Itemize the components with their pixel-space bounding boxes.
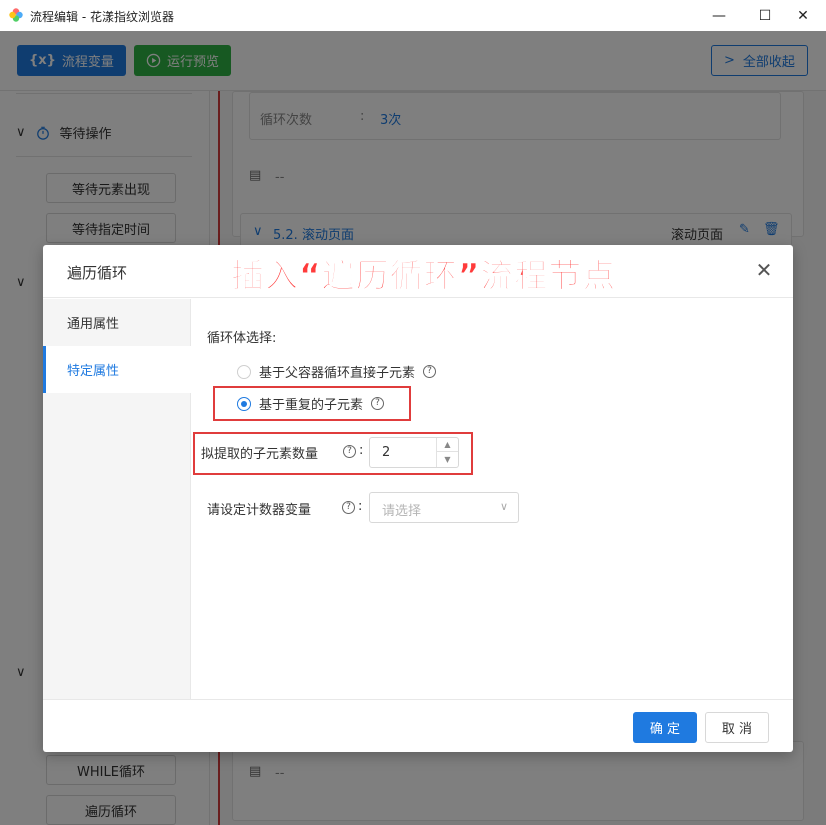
child-count-value: 2 xyxy=(382,445,391,460)
stepper-controls: ▲ ▼ xyxy=(436,438,458,467)
annotation-banner: 插入“遍历循环”流程节点 xyxy=(230,256,617,296)
radio-repeated-children-label: 基于重复的子元素 xyxy=(259,398,364,413)
radio-parent-children[interactable]: 基于父容器循环直接子元素 ? xyxy=(237,362,437,381)
help-icon[interactable]: ? xyxy=(342,501,355,514)
counter-var-placeholder: 请选择 xyxy=(382,504,422,519)
help-icon[interactable]: ? xyxy=(371,397,385,410)
loop-body-label: 循环体选择: xyxy=(207,331,277,346)
close-icon[interactable]: ✕ xyxy=(753,258,775,282)
cancel-button[interactable]: 取 消 xyxy=(705,712,769,743)
chevron-down-icon: ∨ xyxy=(499,500,508,513)
close-window-button[interactable]: ✕ xyxy=(780,0,826,31)
counter-var-label: 请设定计数器变量 xyxy=(207,503,312,518)
chevron-down-icon[interactable]: ▼ xyxy=(437,452,458,466)
dialog-body: 循环体选择: 基于父容器循环直接子元素 ? 基于重复的子元素 ? 拟提取的子元素… xyxy=(191,299,793,699)
child-count-label: 拟提取的子元素数量 xyxy=(201,447,319,462)
radio-repeated-children[interactable]: 基于重复的子元素 ? xyxy=(237,394,385,413)
radio-circle xyxy=(237,364,251,379)
confirm-button[interactable]: 确 定 xyxy=(633,712,697,743)
colon: : xyxy=(359,443,364,458)
app-logo-icon xyxy=(9,8,23,22)
window-title: 流程编辑 - 花漾指纹浏览器 xyxy=(30,10,174,24)
help-icon[interactable]: ? xyxy=(423,365,437,378)
traverse-loop-dialog: 遍历循环 插入“遍历循环”流程节点 ✕ 通用属性 特定属性 循环体选择: 基于父… xyxy=(43,245,793,752)
tab-specific-properties[interactable]: 特定属性 xyxy=(43,346,191,393)
chevron-up-icon[interactable]: ▲ xyxy=(437,438,458,452)
child-count-stepper[interactable]: 2 ▲ ▼ xyxy=(369,437,459,468)
tab-general-properties[interactable]: 通用属性 xyxy=(43,299,191,346)
window-titlebar: 流程编辑 - 花漾指纹浏览器 — ☐ ✕ xyxy=(0,0,826,31)
radio-circle-checked xyxy=(237,396,251,411)
radio-parent-children-label: 基于父容器循环直接子元素 xyxy=(259,366,416,381)
dialog-footer: 确 定 取 消 xyxy=(43,699,793,752)
dialog-title: 遍历循环 xyxy=(67,264,128,282)
counter-var-select[interactable]: 请选择 ∨ xyxy=(369,492,519,523)
help-icon[interactable]: ? xyxy=(343,445,356,458)
minimize-button[interactable]: — xyxy=(696,0,742,31)
dialog-nav: 通用属性 特定属性 xyxy=(43,299,191,699)
dialog-header: 遍历循环 插入“遍历循环”流程节点 ✕ xyxy=(43,245,793,298)
colon: : xyxy=(358,499,363,514)
